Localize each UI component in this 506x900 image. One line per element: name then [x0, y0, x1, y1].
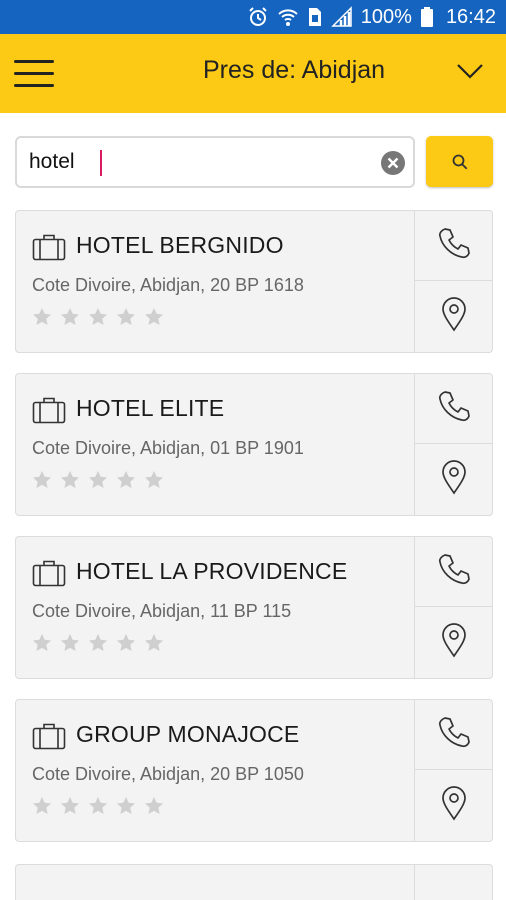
star-rating [32, 796, 164, 816]
rating-star-icon[interactable] [88, 307, 108, 327]
app-screen: 100% 16:42 Pres de: Abidjan HOTEL BERGNI… [0, 0, 506, 900]
menu-button[interactable] [14, 58, 56, 90]
battery-percent: 100% [360, 5, 412, 28]
search-input[interactable] [29, 147, 369, 177]
search-field [15, 136, 415, 188]
rating-star-icon[interactable] [60, 796, 80, 816]
clear-search-button[interactable] [381, 151, 405, 175]
result-card-body[interactable]: HOTEL ELITE Cote Divoire, Abidjan, 01 BP … [16, 374, 414, 515]
rating-star-icon[interactable] [60, 633, 80, 653]
rating-star-icon[interactable] [60, 470, 80, 490]
business-address: Cote Divoire, Abidjan, 11 BP 115 [32, 601, 292, 621]
card-divider [414, 865, 415, 900]
rating-star-icon[interactable] [144, 796, 164, 816]
menu-icon [14, 60, 54, 63]
clear-icon [387, 157, 399, 169]
sim-icon [307, 6, 323, 28]
call-button[interactable] [415, 537, 493, 607]
business-name: GROUP MONAJOCE [76, 721, 300, 747]
business-address: Cote Divoire, Abidjan, 20 BP 1050 [32, 764, 304, 784]
menu-icon-line [14, 84, 54, 87]
rating-star-icon[interactable] [144, 307, 164, 327]
rating-star-icon[interactable] [32, 796, 52, 816]
star-rating [32, 633, 164, 653]
call-button[interactable] [415, 700, 493, 770]
location-dropdown-button[interactable] [454, 60, 490, 90]
menu-icon-line [14, 72, 54, 75]
rating-star-icon[interactable] [88, 633, 108, 653]
rating-star-icon[interactable] [32, 470, 52, 490]
rating-star-icon[interactable] [32, 633, 52, 653]
rating-star-icon[interactable] [60, 307, 80, 327]
phone-icon [436, 388, 472, 429]
result-card-body[interactable]: HOTEL LA PROVIDENCE Cote Divoire, Abidjan… [16, 537, 414, 678]
chevron-down-icon [457, 64, 483, 79]
wifi-icon [277, 6, 299, 28]
phone-icon [436, 551, 472, 592]
rating-star-icon[interactable] [116, 796, 136, 816]
result-card: HOTEL BERGNIDO Cote Divoire, Abidjan, 20 … [15, 210, 493, 353]
battery-icon [420, 6, 434, 28]
business-name: HOTEL BERGNIDO [76, 232, 284, 258]
briefcase-icon [32, 233, 66, 266]
app-bar: Pres de: Abidjan [0, 34, 506, 113]
result-card: HOTEL LA PROVIDENCE Cote Divoire, Abidjan… [15, 536, 493, 679]
text-cursor [100, 150, 102, 176]
star-rating [32, 307, 164, 327]
business-address: Cote Divoire, Abidjan, 20 BP 1618 [32, 275, 304, 295]
result-card: HOTEL ELITE Cote Divoire, Abidjan, 01 BP … [15, 373, 493, 516]
map-pin-icon [440, 622, 468, 663]
rating-star-icon[interactable] [116, 470, 136, 490]
map-button[interactable] [415, 444, 493, 514]
search-icon [452, 154, 467, 169]
rating-star-icon[interactable] [144, 470, 164, 490]
star-rating [32, 470, 164, 490]
business-name: HOTEL LA PROVIDENCE [76, 558, 348, 584]
rating-star-icon[interactable] [32, 307, 52, 327]
business-name: HOTEL ELITE [76, 395, 225, 421]
card-actions [414, 374, 493, 515]
result-card-body[interactable]: HOTEL BERGNIDO Cote Divoire, Abidjan, 20 … [16, 211, 414, 352]
briefcase-icon [32, 396, 66, 429]
signal-icon [330, 6, 353, 28]
business-address: Cote Divoire, Abidjan, 01 BP 1901 [32, 438, 304, 458]
card-actions [414, 700, 493, 841]
result-card: GROUP MONAJOCE Cote Divoire, Abidjan, 20 … [15, 699, 493, 842]
map-button[interactable] [415, 281, 493, 351]
rating-star-icon[interactable] [116, 633, 136, 653]
card-actions [414, 537, 493, 678]
rating-star-icon[interactable] [88, 470, 108, 490]
call-button[interactable] [415, 211, 493, 281]
map-pin-icon [440, 296, 468, 337]
card-actions [414, 211, 493, 352]
clock: 16:42 [445, 5, 496, 28]
map-button[interactable] [415, 607, 493, 677]
rating-star-icon[interactable] [144, 633, 164, 653]
result-card-body[interactable]: GROUP MONAJOCE Cote Divoire, Abidjan, 20 … [16, 700, 414, 841]
map-pin-icon [440, 459, 468, 500]
phone-icon [436, 714, 472, 755]
location-title[interactable]: Pres de: Abidjan [203, 56, 385, 85]
call-button[interactable] [415, 374, 493, 444]
briefcase-icon [32, 722, 66, 755]
map-button[interactable] [415, 770, 493, 840]
alarm-icon [247, 6, 269, 28]
map-pin-icon [440, 785, 468, 826]
search-button[interactable] [426, 136, 493, 187]
status-bar: 100% 16:42 [0, 0, 506, 34]
phone-icon [436, 225, 472, 266]
rating-star-icon[interactable] [88, 796, 108, 816]
rating-star-icon[interactable] [116, 307, 136, 327]
result-card-partial[interactable] [15, 864, 493, 900]
briefcase-icon [32, 559, 66, 592]
